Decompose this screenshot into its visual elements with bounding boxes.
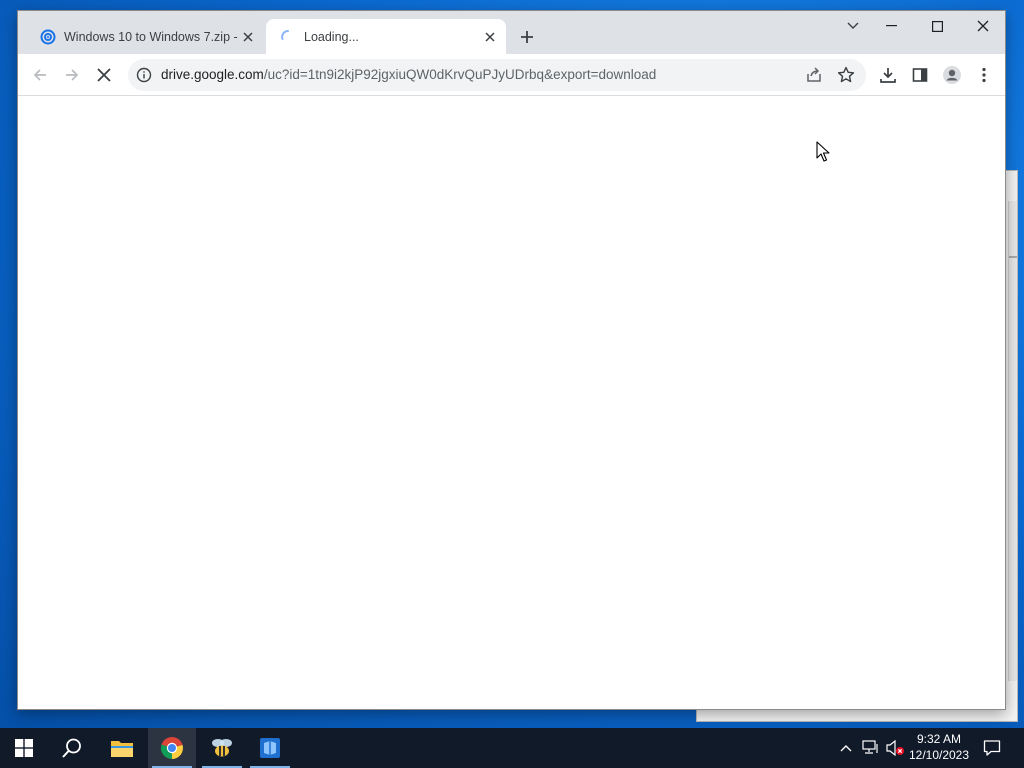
close-window-button[interactable] <box>960 11 1006 41</box>
side-panel-button[interactable] <box>906 61 934 89</box>
close-icon <box>977 20 989 32</box>
minimize-icon <box>885 25 897 27</box>
forward-button[interactable] <box>58 61 86 89</box>
forward-arrow-icon <box>66 69 79 81</box>
bee-app-button[interactable] <box>198 728 246 768</box>
side-panel-icon <box>912 68 928 82</box>
background-window-scrollbar <box>1008 201 1017 681</box>
toolbar: drive.google.com/uc?id=1tn9i2kjP92jgxiuQ… <box>18 54 1005 96</box>
drive-loading-icon <box>40 29 56 44</box>
avatar-icon <box>943 66 961 84</box>
start-button[interactable] <box>0 728 48 768</box>
spinner-icon <box>281 29 289 40</box>
plus-icon <box>521 31 533 43</box>
close-tab-icon[interactable] <box>480 27 500 47</box>
chrome-menu-button[interactable] <box>970 61 998 89</box>
profile-button[interactable] <box>938 61 966 89</box>
network-status-button[interactable] <box>860 728 882 768</box>
chrome-taskbar-button[interactable] <box>148 728 196 768</box>
network-icon <box>862 740 878 754</box>
back-arrow-icon <box>33 69 46 81</box>
kebab-menu-icon <box>982 67 986 83</box>
url-text[interactable]: drive.google.com/uc?id=1tn9i2kjP92jgxiuQ… <box>161 67 656 82</box>
tab-windows-zip[interactable]: Windows 10 to Windows 7.zip - Go <box>26 19 264 54</box>
new-tab-button[interactable] <box>516 26 538 48</box>
site-info-icon[interactable] <box>136 67 152 83</box>
tab-title: Loading... <box>304 29 359 44</box>
search-icon <box>62 738 81 758</box>
app-bee-icon <box>212 739 232 757</box>
action-center-button[interactable] <box>980 728 1004 768</box>
file-explorer-icon <box>111 741 133 757</box>
maximize-icon <box>931 20 943 32</box>
bookmark-star-icon[interactable] <box>836 65 856 85</box>
blue-app-button[interactable] <box>246 728 294 768</box>
minimize-button[interactable] <box>868 11 914 41</box>
url-path: /uc?id=1tn9i2kjP92jgxiuQW0dKrvQuPJyUDrbq… <box>263 67 657 82</box>
taskbar-search-button[interactable] <box>48 728 96 768</box>
share-icon[interactable] <box>804 65 824 85</box>
maximize-button[interactable] <box>914 11 960 41</box>
start-icon <box>15 739 33 757</box>
download-icon <box>880 68 896 83</box>
downloads-button[interactable] <box>874 61 902 89</box>
background-window-divider <box>1009 256 1017 258</box>
show-hidden-icons-button[interactable] <box>836 728 856 768</box>
volume-button[interactable] <box>884 728 906 768</box>
stop-icon <box>97 68 111 82</box>
clock-date: 12/10/2023 <box>908 748 970 762</box>
mouse-cursor-icon <box>816 141 830 162</box>
notification-icon <box>983 740 1001 756</box>
volume-muted-icon <box>886 740 904 756</box>
tab-strip: Windows 10 to Windows 7.zip - Go Loading… <box>18 11 1005 54</box>
tab-loading[interactable]: Loading... <box>266 19 506 54</box>
back-button[interactable] <box>26 61 54 89</box>
app-blue-icon <box>260 738 280 758</box>
chrome-window: Windows 10 to Windows 7.zip - Go Loading… <box>17 10 1006 710</box>
close-tab-icon[interactable] <box>238 27 258 47</box>
tab-title: Windows 10 to Windows 7.zip - Go <box>64 29 238 44</box>
url-host: drive.google.com <box>161 67 264 82</box>
chevron-up-icon <box>840 745 852 752</box>
address-bar[interactable]: drive.google.com/uc?id=1tn9i2kjP92jgxiuQ… <box>128 59 866 91</box>
file-explorer-button[interactable] <box>98 728 146 768</box>
chevron-down-icon <box>847 22 859 29</box>
taskbar: 9:32 AM 12/10/2023 <box>0 728 1024 768</box>
clock-time: 9:32 AM <box>916 732 962 746</box>
chrome-icon <box>160 737 183 759</box>
stop-loading-button[interactable] <box>90 61 118 89</box>
page-content <box>18 96 1005 709</box>
system-clock[interactable]: 9:32 AM 12/10/2023 <box>904 731 974 763</box>
